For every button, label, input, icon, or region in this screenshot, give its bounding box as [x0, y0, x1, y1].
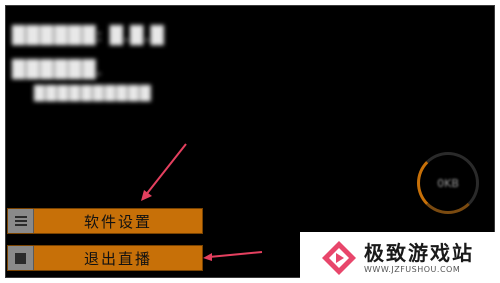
arrow-to-exit [203, 251, 263, 261]
watermark-title: 极致游戏站 [364, 241, 474, 265]
pink-diamond-play-icon [322, 240, 356, 275]
watermark-url: WWW.JZFUSHOU.COM [364, 265, 461, 274]
arrow-to-settings [141, 143, 187, 201]
watermark: 极致游戏站 WWW.JZFUSHOU.COM [300, 232, 500, 283]
